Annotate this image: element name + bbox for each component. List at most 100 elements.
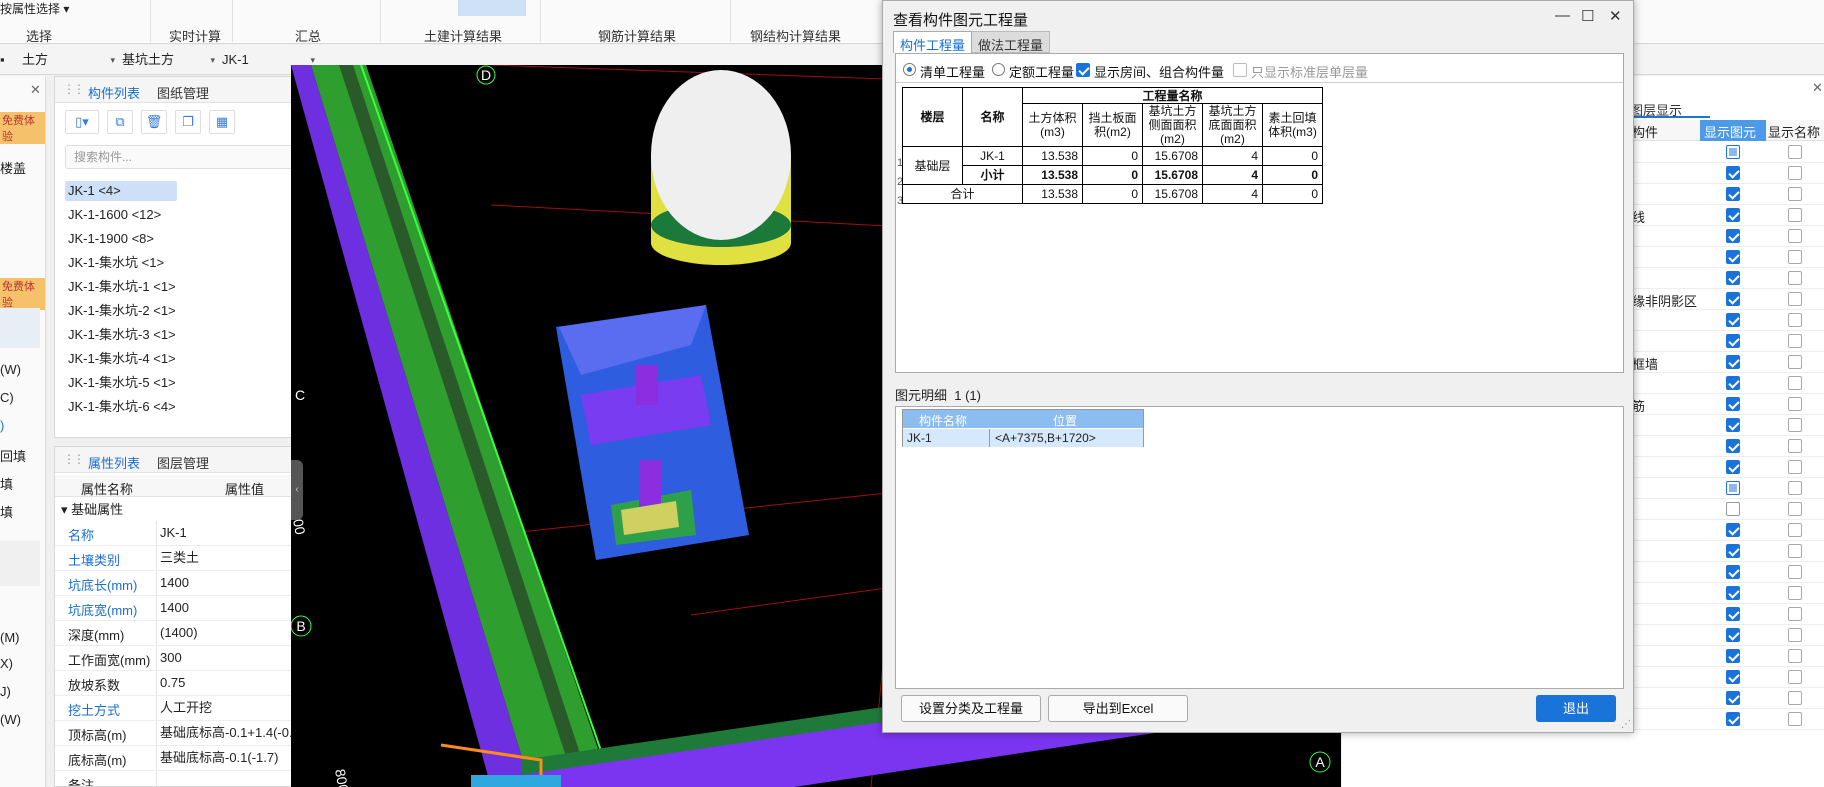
show-name-checkbox[interactable] [1788, 439, 1802, 453]
show-element-checkbox[interactable] [1726, 586, 1740, 600]
drag-grip-icon[interactable]: ⋮⋮ [63, 452, 85, 466]
show-element-checkbox[interactable] [1726, 523, 1740, 537]
show-name-checkbox[interactable] [1788, 628, 1802, 642]
show-element-checkbox[interactable] [1726, 376, 1740, 390]
show-name-checkbox[interactable] [1788, 292, 1802, 306]
show-element-checkbox[interactable] [1726, 502, 1740, 516]
show-element-checkbox[interactable] [1726, 670, 1740, 684]
table-row[interactable]: 合计 13.538 0 15.6708 4 0 [902, 184, 1323, 204]
show-element-checkbox[interactable] [1726, 145, 1740, 159]
show-element-checkbox[interactable] [1726, 250, 1740, 264]
show-name-checkbox[interactable] [1788, 586, 1802, 600]
show-name-checkbox[interactable] [1788, 649, 1802, 663]
table-row[interactable]: 小计 13.538 0 15.6708 4 0 [903, 165, 1323, 185]
show-element-checkbox[interactable] [1726, 271, 1740, 285]
show-name-checkbox[interactable] [1788, 187, 1802, 201]
trial-badge[interactable]: 免费体验 [0, 112, 45, 144]
minimize-icon[interactable]: — [1555, 7, 1570, 24]
resize-grip-icon[interactable]: ⋰ [1621, 719, 1631, 730]
tab-layer-display[interactable]: 图层显示 [1630, 100, 1710, 118]
search-input[interactable]: 搜索构件...⌕ [65, 145, 324, 169]
show-name-checkbox[interactable] [1788, 544, 1802, 558]
col-show-name[interactable]: 显示名称 [1768, 122, 1820, 141]
left-strip-item[interactable]: ) [0, 418, 4, 433]
show-name-checkbox[interactable] [1788, 376, 1802, 390]
component-item[interactable]: JK-1-集水坑-2 <1> [65, 301, 186, 321]
show-element-checkbox[interactable] [1726, 544, 1740, 558]
component-item[interactable]: JK-1 <4> [65, 181, 177, 201]
floor-select[interactable]: 土方 ▾ [22, 49, 117, 71]
show-element-checkbox[interactable] [1726, 439, 1740, 453]
maximize-icon[interactable]: ☐ [1581, 7, 1594, 25]
show-name-checkbox[interactable] [1788, 355, 1802, 369]
component-item[interactable]: JK-1-集水坑-4 <1> [65, 349, 186, 369]
left-strip-item[interactable]: X) [0, 656, 13, 671]
show-name-checkbox[interactable] [1788, 712, 1802, 726]
duplicate-icon[interactable]: ❐ [175, 110, 201, 134]
show-name-checkbox[interactable] [1788, 502, 1802, 516]
show-name-checkbox[interactable] [1788, 460, 1802, 474]
component-item[interactable]: JK-1-集水坑 <1> [65, 253, 174, 273]
show-element-checkbox[interactable] [1726, 628, 1740, 642]
left-strip-item[interactable]: (W) [0, 362, 21, 377]
show-element-checkbox[interactable] [1726, 292, 1740, 306]
tab-property-list[interactable]: 属性列表 [88, 453, 140, 472]
layer-copy-icon[interactable]: ▦ [209, 110, 235, 134]
checkbox-show-room[interactable] [1076, 63, 1090, 77]
show-element-checkbox[interactable] [1726, 481, 1740, 495]
ribbon-active-button[interactable] [458, 0, 526, 16]
show-name-checkbox[interactable] [1788, 208, 1802, 222]
attr-select[interactable]: 按属性选择 ▾ [0, 0, 69, 17]
left-strip-item[interactable]: 填 [0, 502, 13, 521]
show-element-checkbox[interactable] [1726, 355, 1740, 369]
left-strip-item[interactable]: 填 [0, 474, 13, 493]
settings-button[interactable]: 设置分类及工程量 [901, 695, 1041, 722]
section-basic[interactable]: ▾ 基础属性 [61, 499, 123, 518]
show-name-checkbox[interactable] [1788, 166, 1802, 180]
show-name-checkbox[interactable] [1788, 313, 1802, 327]
show-element-checkbox[interactable] [1726, 397, 1740, 411]
close-icon[interactable]: ✕ [1609, 7, 1622, 25]
show-name-checkbox[interactable] [1788, 691, 1802, 705]
left-strip-item[interactable]: J) [0, 684, 11, 699]
new-component-icon[interactable]: ▯▾ [65, 110, 99, 134]
show-element-checkbox[interactable] [1726, 208, 1740, 222]
show-element-checkbox[interactable] [1726, 691, 1740, 705]
show-element-checkbox[interactable] [1726, 334, 1740, 348]
detail-row[interactable]: JK-1 <A+7375,B+1720> [903, 429, 1143, 447]
radio-qingdan[interactable] [903, 63, 916, 76]
show-element-checkbox[interactable] [1726, 229, 1740, 243]
tab-drawing-manage[interactable]: 图纸管理 [157, 83, 209, 102]
show-name-checkbox[interactable] [1788, 271, 1802, 285]
component-item[interactable]: JK-1-1600 <12> [65, 205, 171, 225]
type-select[interactable]: 基坑土方 ▾ [122, 49, 217, 71]
table-row[interactable]: 基础层 JK-1 13.538 0 15.6708 4 0 [902, 146, 1323, 185]
tab-layer-manage[interactable]: 图层管理 [157, 453, 209, 472]
left-strip-item[interactable]: 楼盖 [0, 158, 26, 177]
left-strip-selected[interactable] [0, 308, 40, 348]
close-icon[interactable]: ✕ [30, 82, 41, 98]
copy-icon[interactable]: ⧉ [107, 110, 133, 134]
show-name-checkbox[interactable] [1788, 397, 1802, 411]
panel-collapse-handle[interactable]: ‹ [291, 460, 303, 520]
show-name-checkbox[interactable] [1788, 229, 1802, 243]
exit-button[interactable]: 退出 [1536, 695, 1616, 722]
drag-grip-icon[interactable]: ⋮⋮ [63, 82, 85, 96]
component-item[interactable]: JK-1-集水坑-6 <4> [65, 397, 186, 417]
show-name-checkbox[interactable] [1788, 334, 1802, 348]
show-name-checkbox[interactable] [1788, 250, 1802, 264]
show-name-checkbox[interactable] [1788, 418, 1802, 432]
component-item[interactable]: JK-1-集水坑-1 <1> [65, 277, 186, 297]
show-name-checkbox[interactable] [1788, 481, 1802, 495]
left-strip-item[interactable]: (M) [0, 630, 20, 645]
show-element-checkbox[interactable] [1726, 418, 1740, 432]
show-element-checkbox[interactable] [1726, 166, 1740, 180]
show-element-checkbox[interactable] [1726, 712, 1740, 726]
checkbox-std-floor[interactable] [1233, 63, 1247, 77]
component-item[interactable]: JK-1-集水坑-5 <1> [65, 373, 186, 393]
show-element-checkbox[interactable] [1726, 565, 1740, 579]
tab-method-quantity[interactable]: 做法工程量 [971, 31, 1051, 53]
left-strip-item[interactable]: C) [0, 390, 14, 405]
left-strip-item[interactable]: 回填 [0, 446, 26, 465]
close-icon[interactable]: ✕ [1812, 80, 1823, 96]
